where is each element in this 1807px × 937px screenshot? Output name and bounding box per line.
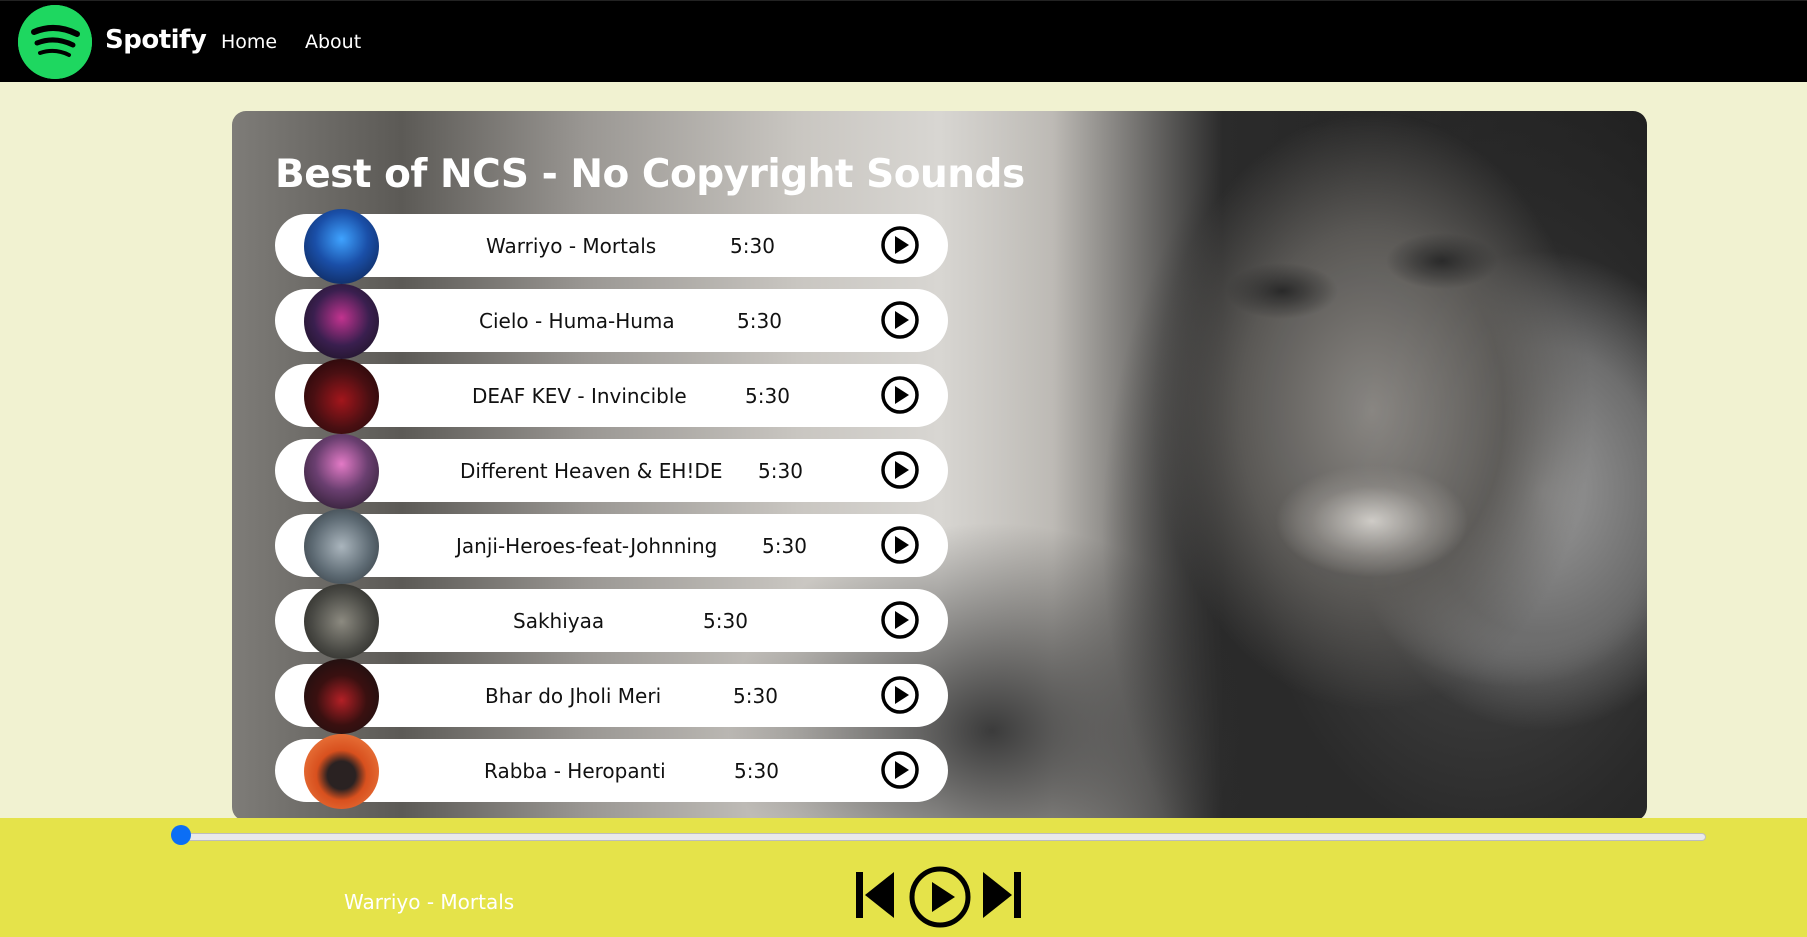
song-name: Janji-Heroes-feat-Johnning	[456, 534, 718, 558]
song-item-5[interactable]: Janji-Heroes-feat-Johnning 5:30	[275, 509, 948, 584]
progress-thumb[interactable]	[171, 825, 191, 845]
song-item-8[interactable]: Rabba - Heropanti 5:30	[275, 734, 948, 809]
song-item-2[interactable]: Cielo - Huma-Huma 5:30	[275, 284, 948, 359]
song-duration: 5:30	[730, 234, 775, 258]
song-name: Different Heaven & EH!DE	[460, 459, 723, 483]
skip-forward-icon[interactable]	[981, 870, 1023, 920]
song-name: Cielo - Huma-Huma	[479, 309, 675, 333]
now-playing-label: Warriyo - Mortals	[344, 890, 515, 914]
song-cover	[304, 734, 379, 809]
spotify-logo-icon[interactable]	[18, 5, 92, 79]
nav-link-home[interactable]: Home	[221, 31, 277, 53]
play-circle-icon[interactable]	[880, 675, 920, 715]
song-item-7[interactable]: Bhar do Jholi Meri 5:30	[275, 659, 948, 734]
song-name: Sakhiyaa	[513, 609, 605, 633]
playlist-title: Best of NCS - No Copyright Sounds	[275, 152, 1025, 197]
song-cover	[304, 284, 379, 359]
play-circle-icon[interactable]	[880, 600, 920, 640]
song-duration: 5:30	[733, 684, 778, 708]
play-circle-icon[interactable]	[880, 525, 920, 565]
song-cover	[304, 509, 379, 584]
song-cover	[304, 584, 379, 659]
progress-bar[interactable]	[181, 833, 1706, 841]
song-duration: 5:30	[737, 309, 782, 333]
skip-back-icon[interactable]	[854, 870, 896, 920]
song-item-4[interactable]: Different Heaven & EH!DE 5:30	[275, 434, 948, 509]
song-duration: 5:30	[745, 384, 790, 408]
navbar: Spotify Home About	[0, 0, 1807, 82]
song-duration: 5:30	[758, 459, 803, 483]
song-cover	[304, 659, 379, 734]
play-circle-icon[interactable]	[908, 865, 972, 929]
song-duration: 5:30	[762, 534, 807, 558]
song-item-3[interactable]: DEAF KEV - Invincible 5:30	[275, 359, 948, 434]
song-name: Rabba - Heropanti	[484, 759, 666, 783]
song-cover	[304, 434, 379, 509]
song-name: Warriyo - Mortals	[486, 234, 657, 258]
play-circle-icon[interactable]	[880, 375, 920, 415]
song-item-6[interactable]: Sakhiyaa 5:30	[275, 584, 948, 659]
play-circle-icon[interactable]	[880, 750, 920, 790]
song-cover	[304, 209, 379, 284]
play-circle-icon[interactable]	[880, 450, 920, 490]
song-cover	[304, 359, 379, 434]
song-item-1[interactable]: Warriyo - Mortals 5:30	[275, 209, 948, 284]
nav-link-about[interactable]: About	[305, 31, 361, 53]
song-name: DEAF KEV - Invincible	[472, 384, 687, 408]
play-circle-icon[interactable]	[880, 225, 920, 265]
player-bar: Warriyo - Mortals	[0, 818, 1807, 937]
play-circle-icon[interactable]	[880, 300, 920, 340]
background-artwork	[1112, 111, 1647, 821]
song-duration: 5:30	[703, 609, 748, 633]
song-list: Warriyo - Mortals 5:30 Cielo - Huma-Huma…	[275, 209, 948, 814]
brand-name[interactable]: Spotify	[105, 25, 207, 55]
song-name: Bhar do Jholi Meri	[485, 684, 662, 708]
song-duration: 5:30	[734, 759, 779, 783]
